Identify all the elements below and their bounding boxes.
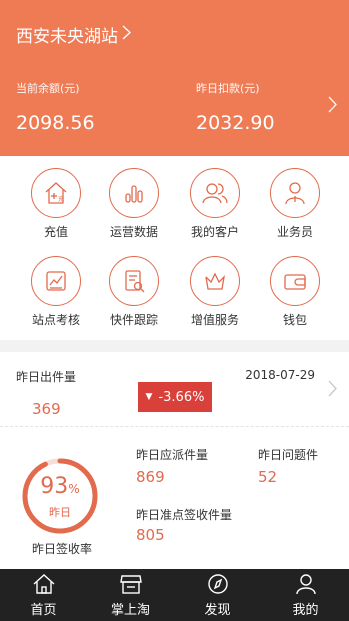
stats-card[interactable]: 昨日出件量 2018-07-29 369 ▼ -3.66% 93% 昨日 昨日签… [0, 352, 349, 570]
svg-text:充: 充 [58, 195, 64, 203]
ontime-value: 805 [136, 526, 165, 544]
function-grid: 充 充值 运营数据 我的客户 业务员 站点考核 快件跟踪 增值服务 钱包 [0, 156, 349, 340]
bottom-tab-bar: 首页 掌上淘 发现 我的 [0, 569, 349, 621]
problem-label: 昨日问题件 [258, 448, 319, 462]
sign-rate-caption: 昨日签收率 [32, 542, 93, 556]
bar-chart-icon [109, 168, 159, 218]
grid-item-salesperson[interactable]: 业务员 [255, 168, 335, 256]
deduct-label: 昨日扣款(元) [196, 82, 260, 95]
grid-item-label: 运营数据 [109, 225, 158, 239]
grid-item-label: 充值 [43, 225, 68, 239]
balance-value: 2098.56 [16, 112, 95, 134]
stats-chevron-icon[interactable] [328, 380, 337, 402]
recharge-house-icon: 充 [31, 168, 81, 218]
shipments-value: 369 [32, 400, 61, 418]
customers-icon [190, 168, 240, 218]
grid-item-tracking[interactable]: 快件跟踪 [94, 256, 174, 344]
chevron-right-icon [122, 24, 132, 45]
home-icon [0, 569, 87, 599]
stats-date: 2018-07-29 [245, 368, 315, 382]
station-name: 西安未央湖站 [16, 27, 118, 47]
grid-item-label: 增值服务 [190, 313, 239, 327]
sign-rate-sub: 昨日 [49, 506, 71, 519]
change-badge: ▼ -3.66% [138, 382, 212, 412]
dispatch-label: 昨日应派件量 [136, 448, 209, 462]
salesperson-icon [270, 168, 320, 218]
grid-item-wallet[interactable]: 钱包 [255, 256, 335, 344]
profile-icon [262, 569, 349, 599]
grid-item-label: 快件跟踪 [109, 313, 158, 327]
crown-icon [190, 256, 240, 306]
grid-item-operations[interactable]: 运营数据 [94, 168, 174, 256]
grid-item-assessment[interactable]: 站点考核 [16, 256, 96, 344]
tab-label: 首页 [30, 603, 57, 618]
tab-label: 发现 [204, 603, 231, 618]
trend-chart-icon [31, 256, 81, 306]
tab-mine[interactable]: 我的 [262, 569, 349, 621]
tab-shop[interactable]: 掌上淘 [87, 569, 174, 621]
grid-item-label: 钱包 [282, 313, 307, 327]
grid-item-customers[interactable]: 我的客户 [175, 168, 255, 256]
deduct-value: 2032.90 [196, 112, 275, 134]
grid-item-label: 我的客户 [190, 225, 239, 239]
station-selector[interactable]: 西安未央湖站 [16, 22, 132, 47]
ontime-label: 昨日准点签收件量 [136, 508, 233, 522]
grid-item-label: 站点考核 [31, 313, 80, 327]
down-triangle-icon: ▼ [145, 392, 153, 402]
change-value: -3.66% [158, 389, 205, 405]
track-document-icon [109, 256, 159, 306]
wallet-icon [270, 256, 320, 306]
sign-rate-value: 93 [40, 474, 69, 499]
grid-item-value-added[interactable]: 增值服务 [175, 256, 255, 344]
dispatch-value: 869 [136, 468, 165, 486]
tab-label: 掌上淘 [110, 603, 150, 618]
tab-home[interactable]: 首页 [0, 569, 87, 621]
grid-item-recharge[interactable]: 充 充值 [16, 168, 96, 256]
problem-value: 52 [258, 468, 278, 486]
balance-label: 当前余额(元) [16, 82, 80, 95]
shop-icon [87, 569, 174, 599]
shipments-label: 昨日出件量 [16, 370, 77, 384]
compass-icon [174, 569, 261, 599]
grid-item-label: 业务员 [276, 225, 313, 239]
header-detail-chevron-icon[interactable] [328, 96, 337, 118]
sign-rate-percent: 93% [20, 474, 100, 499]
sign-rate-unit: % [68, 482, 80, 496]
account-header: 西安未央湖站 当前余额(元) 2098.56 昨日扣款(元) 2032.90 [0, 0, 349, 156]
divider [0, 426, 349, 427]
tab-discover[interactable]: 发现 [174, 569, 261, 621]
tab-label: 我的 [292, 603, 319, 618]
